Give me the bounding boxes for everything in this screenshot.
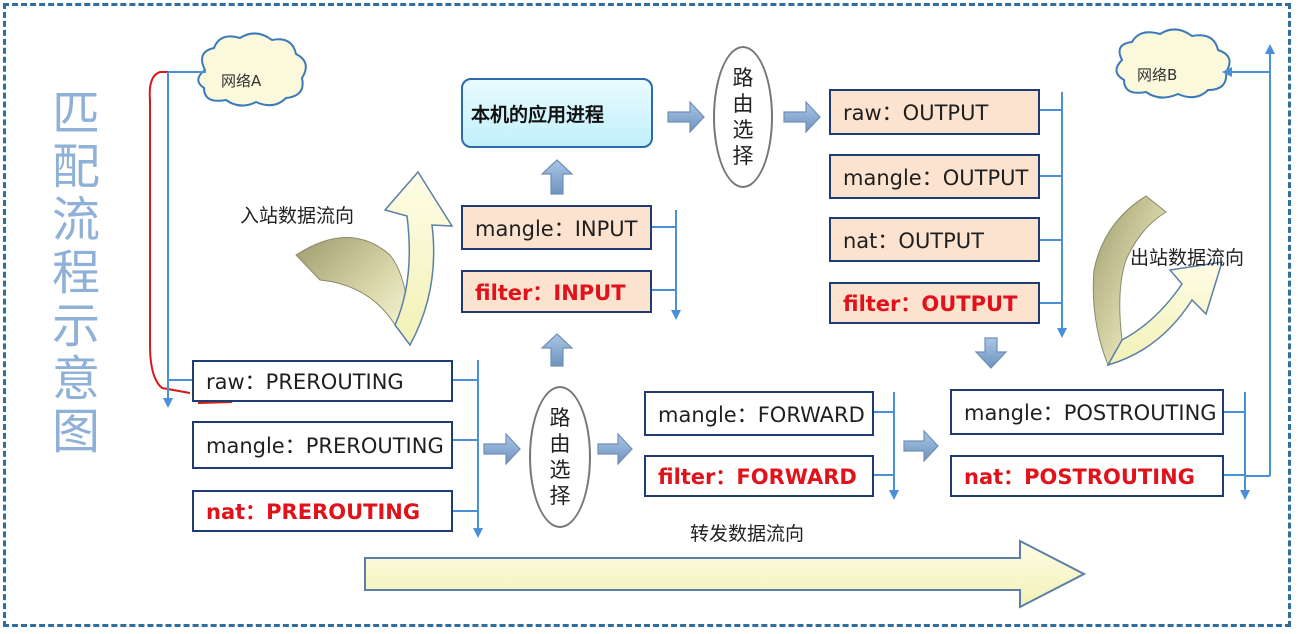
arrow-input-to-process bbox=[540, 159, 574, 195]
arrow-pre-to-route bbox=[483, 432, 521, 466]
box-filter-input: filter：INPUT bbox=[461, 270, 652, 313]
box-label: filter：FORWARD bbox=[658, 465, 857, 489]
box-nat-postrouting: nat：POSTROUTING bbox=[950, 455, 1224, 497]
box-filter-output: filter：OUTPUT bbox=[829, 282, 1040, 324]
box-label: mangle：INPUT bbox=[475, 216, 638, 241]
box-label: nat：OUTPUT bbox=[843, 228, 985, 253]
routing-ellipse-bottom: 路由选择 bbox=[529, 386, 591, 528]
inbound-curve-arrow bbox=[295, 170, 454, 347]
outbound-flow-label: 出站数据流向 bbox=[1130, 247, 1245, 269]
arrow-route-to-output bbox=[783, 100, 821, 134]
arrow-output-to-post bbox=[974, 337, 1008, 369]
box-label: mangle：OUTPUT bbox=[843, 165, 1029, 190]
diagram-title: 匹配流程示意图 bbox=[51, 86, 100, 460]
network-b-label: 网络B bbox=[1137, 66, 1178, 84]
diagram-stage: 匹配流程示意图 网络A 网络B 本机的应用进程 路由选择 路由选择 raw：PR… bbox=[0, 0, 1298, 634]
routing-label-top: 路由选择 bbox=[732, 66, 754, 168]
box-label: raw：OUTPUT bbox=[843, 101, 989, 125]
outbound-curve-arrow bbox=[1092, 195, 1224, 367]
box-mangle-forward: mangle：FORWARD bbox=[644, 391, 874, 436]
box-label: nat：POSTROUTING bbox=[964, 465, 1195, 489]
box-filter-forward: filter：FORWARD bbox=[644, 455, 874, 497]
inbound-flow-label: 入站数据流向 bbox=[240, 205, 355, 227]
box-raw-prerouting: raw：PREROUTING bbox=[192, 360, 453, 402]
arrow-route-to-forward bbox=[597, 432, 633, 466]
box-label: mangle：PREROUTING bbox=[206, 434, 444, 458]
box-label: mangle：FORWARD bbox=[658, 402, 865, 427]
forward-big-arrow bbox=[364, 539, 1087, 609]
local-process-label: 本机的应用进程 bbox=[471, 103, 605, 126]
box-mangle-postrouting: mangle：POSTROUTING bbox=[950, 389, 1224, 435]
arrow-process-to-route bbox=[667, 100, 705, 134]
local-process-box: 本机的应用进程 bbox=[461, 78, 653, 148]
box-nat-prerouting: nat：PREROUTING bbox=[192, 490, 453, 532]
box-mangle-prerouting: mangle：PREROUTING bbox=[192, 421, 453, 469]
box-label: filter：INPUT bbox=[475, 280, 626, 305]
arrow-route-to-input bbox=[540, 333, 574, 367]
routing-ellipse-top: 路由选择 bbox=[713, 46, 773, 188]
box-raw-output: raw：OUTPUT bbox=[829, 89, 1040, 135]
box-mangle-output: mangle：OUTPUT bbox=[829, 154, 1040, 199]
routing-label-bottom: 路由选择 bbox=[549, 406, 571, 508]
box-label: mangle：POSTROUTING bbox=[964, 401, 1217, 425]
box-label: filter：OUTPUT bbox=[843, 292, 1018, 316]
box-label: raw：PREROUTING bbox=[206, 370, 404, 394]
box-nat-output: nat：OUTPUT bbox=[829, 217, 1040, 262]
box-label: nat：PREROUTING bbox=[206, 500, 421, 524]
box-mangle-input: mangle：INPUT bbox=[461, 205, 652, 250]
network-a-label: 网络A bbox=[221, 72, 262, 90]
arrow-forward-to-post bbox=[903, 429, 939, 463]
forward-flow-label: 转发数据流向 bbox=[690, 523, 805, 545]
